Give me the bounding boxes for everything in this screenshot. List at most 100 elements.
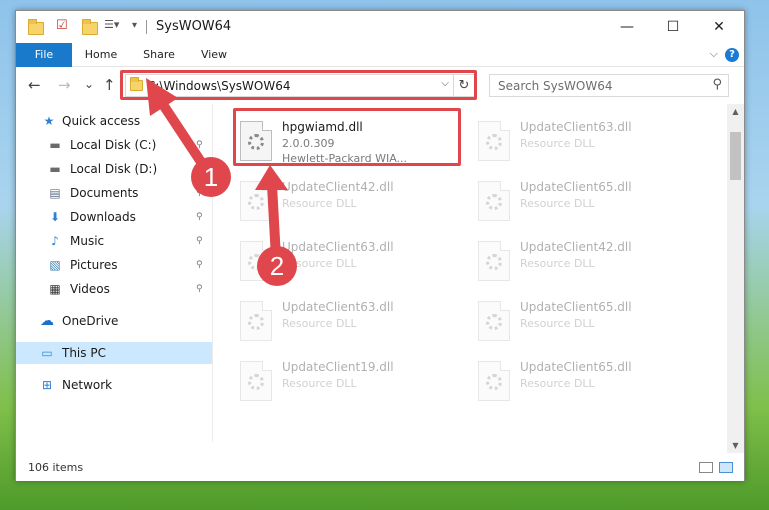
file-name: UpdateClient63.dll <box>282 300 394 314</box>
file-description: Resource DLL <box>282 197 357 210</box>
customize-quick-access-icon[interactable]: ☰▾ <box>104 18 119 36</box>
file-item[interactable]: UpdateClient65.dll Resource DLL <box>472 177 702 232</box>
sidebar-item-label: This PC <box>62 346 106 360</box>
file-item[interactable]: UpdateClient42.dll Resource DLL <box>234 177 464 232</box>
sidebar-item-videos[interactable]: ▦ Videos ⚲ <box>16 278 212 300</box>
file-name: UpdateClient65.dll <box>520 300 632 314</box>
minimize-button[interactable]: — <box>604 11 650 43</box>
sidebar-item-onedrive[interactable]: ☁ OneDrive <box>16 310 212 332</box>
file-item[interactable]: UpdateClient63.dll Resource DLL <box>234 297 464 352</box>
file-name: UpdateClient19.dll <box>282 360 394 374</box>
gear-icon <box>486 134 502 150</box>
forward-arrow-icon[interactable]: → <box>58 76 71 94</box>
drive-icon: ▬ <box>49 162 61 176</box>
help-icon[interactable]: ? <box>725 48 739 62</box>
pane-divider[interactable] <box>212 104 213 442</box>
step-1-callout: 1 <box>191 157 231 197</box>
cloud-icon: ☁ <box>40 313 54 329</box>
file-name: UpdateClient65.dll <box>520 180 632 194</box>
dll-file-icon <box>240 181 272 221</box>
file-description: Resource DLL <box>520 377 595 390</box>
pictures-icon: ▧ <box>49 258 61 272</box>
file-name: UpdateClient63.dll <box>282 240 394 254</box>
file-item[interactable]: UpdateClient42.dll Resource DLL <box>472 237 702 292</box>
file-highlight <box>233 108 461 166</box>
up-arrow-icon[interactable]: ↑ <box>103 76 116 94</box>
file-name: UpdateClient65.dll <box>520 360 632 374</box>
sidebar-item-pictures[interactable]: ▧ Pictures ⚲ <box>16 254 212 276</box>
sidebar-item-local-disk-c[interactable]: ▬ Local Disk (C:) ⚲ <box>16 134 212 156</box>
scroll-thumb[interactable] <box>730 132 741 180</box>
search-input[interactable]: Search SysWOW64 <box>498 79 612 93</box>
sidebar-item-label: Network <box>62 378 113 392</box>
gear-icon <box>248 314 264 330</box>
step-2-callout: 2 <box>257 246 297 286</box>
new-folder-icon[interactable] <box>82 19 98 35</box>
dropdown-chevron-icon[interactable]: ▾ <box>132 20 137 38</box>
recent-locations-icon[interactable]: ⌄ <box>84 77 94 91</box>
videos-icon: ▦ <box>49 282 61 296</box>
file-name: UpdateClient42.dll <box>520 240 632 254</box>
file-item[interactable]: UpdateClient65.dll Resource DLL <box>472 297 702 352</box>
search-icon[interactable]: ⚲ <box>712 77 722 92</box>
dll-file-icon <box>240 301 272 341</box>
sidebar-item-label: Pictures <box>70 258 118 272</box>
sidebar-item-music[interactable]: ♪ Music ⚲ <box>16 230 212 252</box>
file-item[interactable]: UpdateClient63.dll Resource DLL <box>472 117 702 172</box>
file-description: Resource DLL <box>520 317 595 330</box>
status-bar: 106 items <box>16 455 744 481</box>
pin-icon: ⚲ <box>196 140 203 150</box>
download-icon: ⬇ <box>49 210 61 224</box>
dll-file-icon <box>478 181 510 221</box>
sidebar-item-label: Documents <box>70 186 139 200</box>
computer-icon: ▭ <box>41 346 53 360</box>
sidebar-item-network[interactable]: ⊞ Network <box>16 374 212 396</box>
close-button[interactable]: ✕ <box>696 11 742 43</box>
gear-icon <box>248 374 264 390</box>
properties-check-icon[interactable]: ☑ <box>56 18 68 36</box>
ribbon-expand-icon[interactable]: ⌵ <box>710 47 718 61</box>
pin-icon: ⚲ <box>196 284 203 294</box>
tab-home[interactable]: Home <box>78 43 124 67</box>
sidebar-item-local-disk-d[interactable]: ▬ Local Disk (D:) ⚲ <box>16 158 212 180</box>
sidebar-item-label: Music <box>70 234 105 248</box>
star-icon: ★ <box>43 114 55 128</box>
search-box[interactable]: Search SysWOW64 ⚲ <box>489 74 729 97</box>
back-arrow-icon[interactable]: ← <box>28 76 41 94</box>
navigation-pane: ★ Quick access ▬ Local Disk (C:) ⚲ ▬ Loc… <box>16 104 212 453</box>
sidebar-item-downloads[interactable]: ⬇ Downloads ⚲ <box>16 206 212 228</box>
dll-file-icon <box>478 301 510 341</box>
file-name: UpdateClient63.dll <box>520 120 632 134</box>
large-icons-view-icon[interactable] <box>719 462 733 473</box>
maximize-button[interactable]: ☐ <box>650 11 696 43</box>
title-separator <box>146 20 147 34</box>
network-icon: ⊞ <box>41 378 53 392</box>
tab-view[interactable]: View <box>194 43 234 67</box>
file-item[interactable]: UpdateClient65.dll Resource DLL <box>472 357 702 412</box>
drive-icon: ▬ <box>49 138 61 152</box>
sidebar-item-documents[interactable]: ▤ Documents ⚲ <box>16 182 212 204</box>
tab-share[interactable]: Share <box>136 43 182 67</box>
title-bar: ☑ ☰▾ ▾ SysWOW64 — ☐ ✕ <box>16 11 744 43</box>
sidebar-item-this-pc[interactable]: ▭ This PC <box>16 342 212 364</box>
dll-file-icon <box>478 121 510 161</box>
window-title: SysWOW64 <box>156 19 232 34</box>
file-name: UpdateClient42.dll <box>282 180 394 194</box>
gear-icon <box>486 254 502 270</box>
details-view-icon[interactable] <box>699 462 713 473</box>
music-icon: ♪ <box>51 234 59 248</box>
vertical-scrollbar[interactable]: ▲ ▼ <box>727 104 744 453</box>
sidebar-item-quick-access[interactable]: ★ Quick access <box>16 110 212 132</box>
sidebar-item-label: OneDrive <box>62 314 119 328</box>
sidebar-item-label: Local Disk (C:) <box>70 138 157 152</box>
gear-icon <box>486 374 502 390</box>
scroll-down-icon[interactable]: ▼ <box>727 441 744 450</box>
scroll-up-icon[interactable]: ▲ <box>727 107 744 116</box>
file-description: Resource DLL <box>520 137 595 150</box>
folder-icon[interactable] <box>28 19 44 35</box>
tab-file[interactable]: File <box>16 43 72 67</box>
sidebar-item-label: Quick access <box>62 114 141 128</box>
file-item[interactable]: UpdateClient19.dll Resource DLL <box>234 357 464 412</box>
sidebar-item-label: Local Disk (D:) <box>70 162 158 176</box>
gear-icon <box>486 314 502 330</box>
